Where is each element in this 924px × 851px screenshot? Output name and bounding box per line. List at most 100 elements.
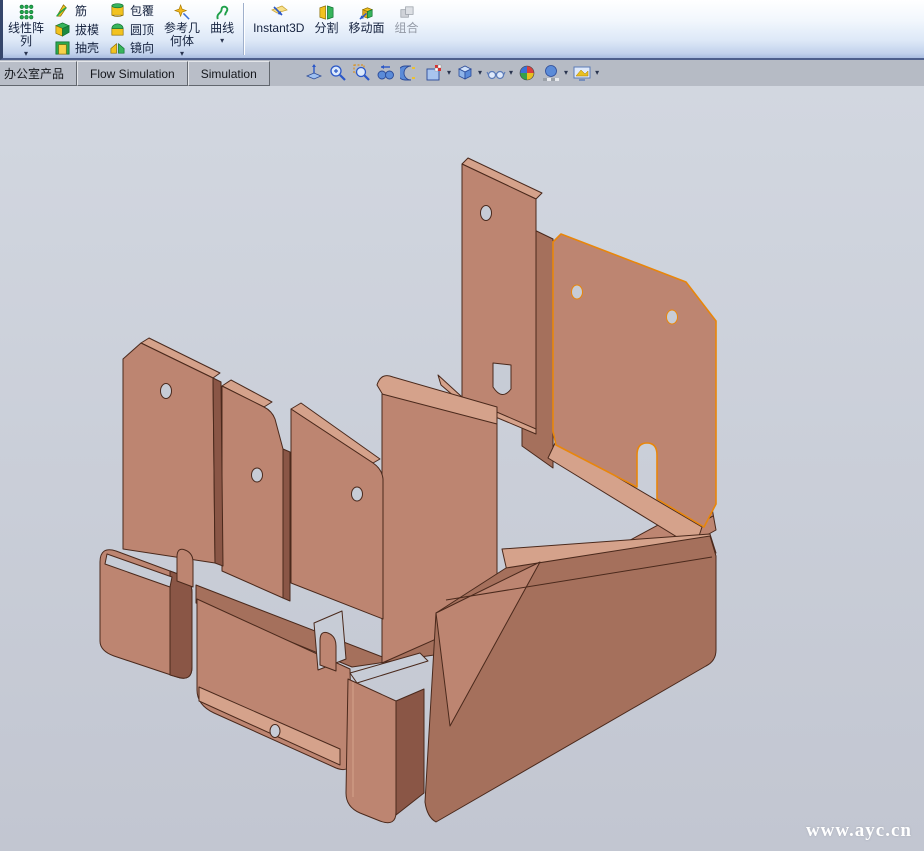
instant3d-icon [269,2,289,22]
view-orientation-icon [424,63,444,83]
combine-button[interactable]: 组合 [389,0,423,58]
hide-show-items-button[interactable] [485,63,507,83]
tab-simulation[interactable]: Simulation [188,61,270,86]
linear-pattern-label: 线性阵 列 [8,22,44,48]
zoom-in-out-icon [328,63,348,83]
heads-up-view-toolbar: ▾ ▾ ▾ ▾ ▾ [303,63,600,83]
part-left-foot-tab [177,549,193,587]
document-tab-bar: 办公室产品 Flow Simulation Simulation ▾ [0,60,924,86]
part-hole-selected-2 [667,310,678,324]
shell-label: 抽壳 [75,39,99,56]
reference-geometry-icon [174,2,191,22]
part-flange1-thickness [213,378,223,566]
part-hole-back-flange [481,206,492,221]
shell-button[interactable]: 抽壳 [51,38,102,57]
tab-office-products[interactable]: 办公室产品 [0,61,77,86]
toolbar-separator [243,3,244,55]
tab-flow-simulation[interactable]: Flow Simulation [77,61,188,86]
reference-geometry-button[interactable]: 参考几 何体 ▾ [159,0,205,58]
move-face-label: 移动面 [348,22,384,35]
zoom-to-fit-button[interactable] [303,63,325,83]
solidworks-window: 线性阵 列 ▾ 筋 拔模 抽壳 [0,0,924,851]
dome-icon [109,21,126,38]
previous-view-icon [376,63,396,83]
zoom-in-out-button[interactable] [327,63,349,83]
display-style-icon [455,63,475,83]
curves-button[interactable]: 曲线 ▾ [205,0,239,58]
view-settings-dropdown[interactable]: ▾ [595,69,599,77]
view-settings-button[interactable] [571,63,593,83]
reference-geometry-dropdown[interactable]: ▾ [180,50,184,58]
rib-icon [54,2,71,19]
wrap-button[interactable]: 包覆 [106,1,157,20]
split-button[interactable]: 分割 [309,0,343,58]
move-face-icon [358,2,375,22]
draft-label: 拔模 [75,21,99,38]
split-icon [318,2,335,22]
part-hole-flange1 [161,384,172,399]
part-hole-flange3 [352,487,363,501]
previous-view-button[interactable] [375,63,397,83]
mirror-icon [109,39,126,56]
apply-scene-dropdown[interactable]: ▾ [564,69,568,77]
part-selected-face[interactable] [553,234,716,527]
move-face-button[interactable]: 移动面 [343,0,389,58]
part-base-tab [320,632,336,671]
reference-geometry-label: 参考几 何体 [164,22,200,48]
display-style-dropdown[interactable]: ▾ [478,69,482,77]
draft-icon [54,21,71,38]
zoom-to-fit-icon [304,63,324,83]
curves-icon [214,2,231,22]
rib-button[interactable]: 筋 [51,1,102,20]
mirror-label: 镜向 [130,39,154,56]
linear-pattern-dropdown[interactable]: ▾ [24,50,28,58]
draft-button[interactable]: 拔模 [51,20,102,39]
apply-scene-button[interactable] [540,63,562,83]
instant3d-button[interactable]: Instant3D [248,0,309,58]
shell-icon [54,39,71,56]
zoom-to-area-button[interactable] [351,63,373,83]
feature-column-2: 包覆 圆顶 镜向 [104,0,159,58]
edit-appearance-button[interactable] [516,63,538,83]
part-left-foot-side [170,571,192,678]
part-hole-selected-1 [572,285,583,299]
command-manager-toolbar: 线性阵 列 ▾ 筋 拔模 抽壳 [0,0,924,60]
curves-label: 曲线 [210,22,234,35]
wrap-label: 包覆 [130,2,154,19]
zoom-to-area-icon [352,63,372,83]
view-orientation-dropdown[interactable]: ▾ [447,69,451,77]
dome-button[interactable]: 圆顶 [106,20,157,39]
watermark: www.ayc.cn [806,820,912,842]
feature-column-1: 筋 拔模 抽壳 [49,0,104,58]
hide-show-items-icon [486,63,506,83]
view-settings-icon [572,63,592,83]
sheet-metal-part-model[interactable] [0,86,924,851]
part-web-notch [493,363,511,395]
edit-appearance-icon [517,63,537,83]
mirror-button[interactable]: 镜向 [106,38,157,57]
combine-label: 组合 [394,22,418,35]
split-label: 分割 [314,22,338,35]
part-hole-flange2 [252,468,263,482]
dome-label: 圆顶 [130,21,154,38]
wrap-icon [109,2,126,19]
part-flange2-thickness [283,449,290,601]
combine-icon [398,2,415,22]
part-hole-base-plate [270,725,280,738]
graphics-viewport[interactable]: www.ayc.cn [0,86,924,851]
section-view-icon [400,63,420,83]
part-flange3-face[interactable] [291,409,383,619]
linear-pattern-icon [18,2,35,22]
part-flange1-face[interactable] [123,343,215,563]
part-flange2-face[interactable] [222,386,283,598]
hide-show-items-dropdown[interactable]: ▾ [509,69,513,77]
part-flap-side [396,689,424,815]
curves-dropdown[interactable]: ▾ [220,37,224,45]
instant3d-label: Instant3D [253,22,304,35]
rib-label: 筋 [75,2,87,19]
display-style-button[interactable] [454,63,476,83]
linear-pattern-button[interactable]: 线性阵 列 ▾ [3,0,49,58]
section-view-button[interactable] [399,63,421,83]
view-orientation-button[interactable] [423,63,445,83]
apply-scene-icon [541,63,561,83]
